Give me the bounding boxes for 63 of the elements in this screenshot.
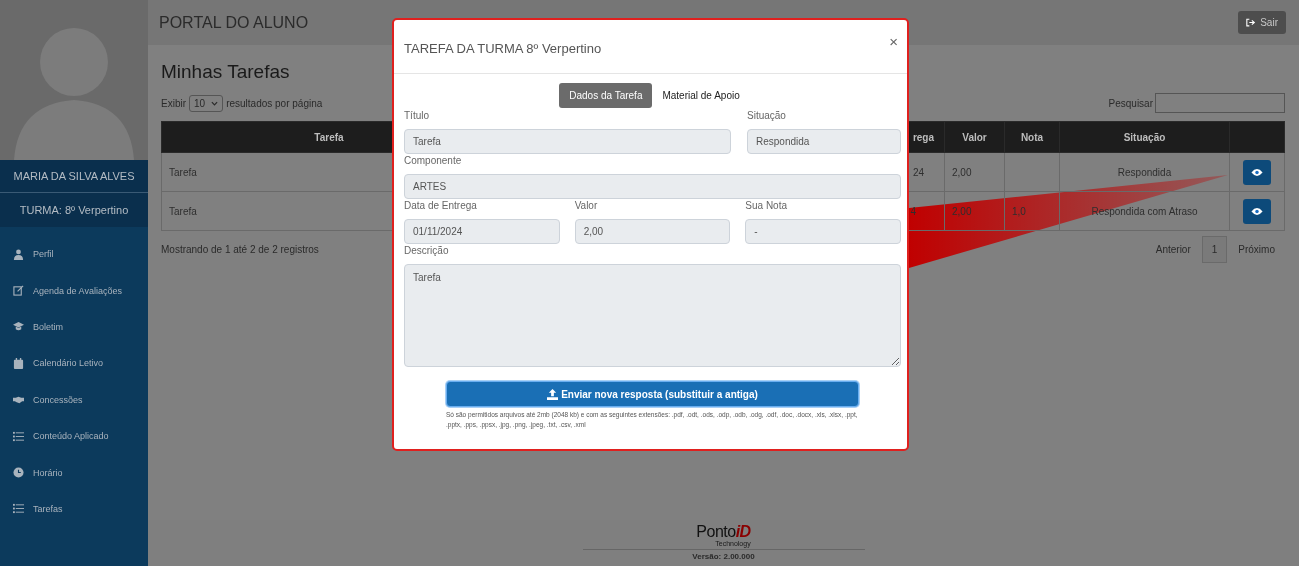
records-info: Mostrando de 1 até 2 de 2 registros — [161, 244, 319, 255]
field-label: Sua Nota — [745, 199, 789, 213]
graduation-cap-icon — [13, 321, 24, 333]
column-header: Valor — [944, 121, 1005, 153]
next-link[interactable]: Próximo — [1238, 244, 1275, 255]
field-label: Título — [404, 109, 430, 123]
calendar-icon — [13, 357, 24, 369]
upload-button[interactable]: Enviar nova resposta (substituir a antiga) — [446, 381, 859, 407]
class-label: TURMA: 8º Verpertino — [0, 193, 148, 227]
sidebar-item[interactable]: Boletim — [0, 308, 148, 346]
page-button[interactable]: 1 — [1201, 236, 1228, 263]
handshake-icon — [13, 394, 24, 406]
sidebar-item[interactable]: Concessões — [0, 381, 148, 418]
dialog-title: TAREFA DA TURMA 8º Verpertino — [404, 40, 602, 56]
user-icon — [13, 248, 24, 260]
clock-icon — [13, 467, 24, 479]
search-label: Pesquisar — [1108, 97, 1153, 109]
edit-icon — [13, 285, 24, 297]
input-field[interactable]: Tarefa — [404, 129, 731, 154]
upload-icon — [547, 388, 559, 400]
eye-icon — [1251, 167, 1263, 177]
sidebar-item[interactable]: Agenda de Avaliações — [0, 272, 148, 309]
field-label: Data de Entrega — [404, 199, 478, 213]
field-label: Descrição — [404, 244, 450, 258]
sidebar-item[interactable]: Tarefas — [0, 490, 148, 528]
sidebar-item[interactable]: Calendário Letivo — [0, 345, 148, 382]
previous-link[interactable]: Anterior — [1155, 244, 1191, 255]
field-label: Situação — [747, 109, 787, 123]
eye-icon — [1251, 206, 1263, 216]
sidebar-item[interactable]: Conteúdo Aplicado — [0, 417, 148, 455]
input-field[interactable]: 01/11/2024 — [404, 219, 560, 244]
field-label: Valor — [574, 199, 599, 213]
column-header — [1229, 121, 1285, 153]
sidebar-item[interactable]: Horário — [0, 454, 148, 491]
table-cell: 2,00 — [944, 152, 1005, 192]
sign-out-icon — [1246, 18, 1257, 27]
input-field[interactable]: ARTES — [404, 174, 901, 199]
column-header: Situação — [1059, 121, 1230, 153]
column-header: Nota — [1004, 121, 1060, 153]
input-field[interactable]: - — [745, 219, 901, 244]
page-size-label: Exibir — [161, 97, 186, 109]
input-field[interactable]: Respondida — [747, 129, 901, 154]
logout-button[interactable]: Sair — [1238, 11, 1286, 34]
version-text: Versão: 2.00.000 — [692, 552, 755, 561]
close-button[interactable]: × — [887, 33, 900, 50]
search-field[interactable] — [1155, 93, 1285, 113]
description-field[interactable]: Tarefa — [404, 264, 901, 367]
portal-title: PORTAL DO ALUNO — [159, 13, 309, 32]
page-size-label: resultados por página — [226, 97, 323, 109]
chevron-down-icon — [211, 100, 219, 106]
field-label: Componente — [404, 154, 463, 168]
view-button[interactable] — [1243, 159, 1271, 185]
tab[interactable]: Material de Apoio — [656, 83, 746, 108]
input-field[interactable]: 2,00 — [574, 219, 731, 244]
sidebar-item[interactable]: Perfil — [0, 236, 148, 273]
list-icon — [13, 503, 24, 515]
page-size-select[interactable]: 10 — [189, 94, 224, 112]
student-name: MARIA DA SILVA ALVES — [0, 160, 148, 193]
table-cell — [1004, 152, 1060, 192]
list-icon — [13, 430, 24, 442]
view-button[interactable] — [1243, 198, 1271, 224]
tab[interactable]: Dados da Tarefa — [559, 83, 653, 108]
page-heading: Minhas Tarefas — [161, 61, 291, 83]
